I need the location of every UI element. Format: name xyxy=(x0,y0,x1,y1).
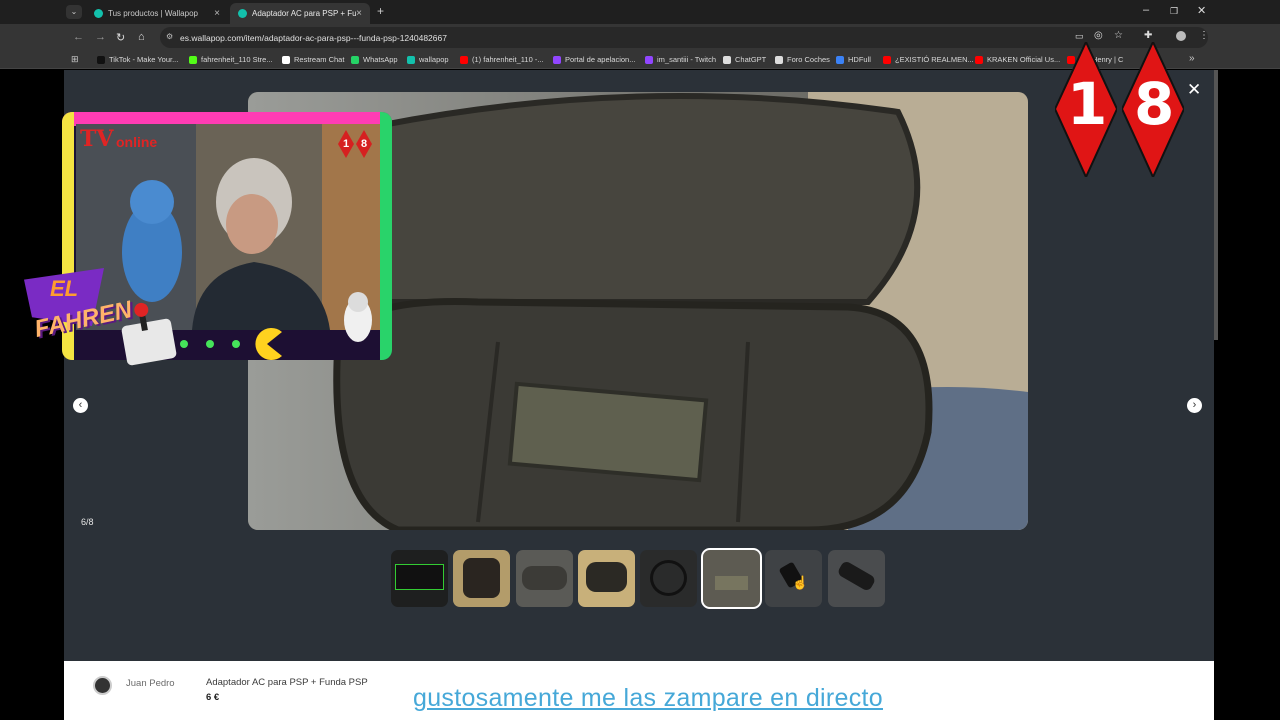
tiktok-icon xyxy=(97,55,105,64)
chatgpt-icon xyxy=(723,55,731,64)
product-price: 6 € xyxy=(206,692,220,703)
twitch-icon xyxy=(553,55,561,64)
live-subtitle: gustosamente me las zampare en directo xyxy=(413,684,883,712)
bookmark-label: fahrenheit_110 Stre... xyxy=(201,55,273,64)
youtube-icon xyxy=(460,55,468,64)
age-rating-diamond-1: 1 xyxy=(1053,39,1119,180)
thumbnail-4[interactable] xyxy=(578,550,635,607)
wallapop-icon xyxy=(238,9,247,18)
mouse-cursor-icon: ☝ xyxy=(792,575,809,590)
menu-dots-icon[interactable]: ⋮ xyxy=(1199,30,1209,41)
window-close-button[interactable]: ✕ xyxy=(1197,4,1206,17)
bookmark-item[interactable]: WhatsApp xyxy=(351,55,398,64)
bookmarks-overflow-icon[interactable]: » xyxy=(1189,53,1195,64)
url-text: es.wallapop.com/item/adaptador-ac-para-p… xyxy=(180,33,447,43)
bookmark-label: Foro Coches xyxy=(787,55,830,64)
thumbnail-3[interactable] xyxy=(516,550,573,607)
tab-tus-productos[interactable]: Tus productos | Wallapop × xyxy=(86,3,228,24)
online-text: online xyxy=(116,134,158,150)
joystick-icon xyxy=(120,301,178,367)
kick-icon xyxy=(189,55,197,64)
thumbnail-8[interactable] xyxy=(828,550,885,607)
site-info-icon[interactable]: ⚙ xyxy=(166,32,173,41)
address-bar[interactable]: ⚙ es.wallapop.com/item/adaptador-ac-para… xyxy=(160,27,1208,48)
tab-close-button[interactable]: × xyxy=(356,8,362,19)
bookmark-item[interactable]: Portal de apelacion... xyxy=(553,55,635,64)
age-digit-8: 8 xyxy=(1134,70,1175,138)
hdfull-icon xyxy=(836,55,844,64)
bookmark-label: im_santiii - Twitch xyxy=(657,55,717,64)
bookmark-label: TikTok - Make Your... xyxy=(109,55,179,64)
minimize-button[interactable]: – xyxy=(1143,4,1149,16)
seller-name[interactable]: Juan Pedro xyxy=(126,678,175,689)
bookmark-item[interactable]: (1) fahrenheit_110 -... xyxy=(460,55,544,64)
bookmark-item[interactable]: Restream Chat xyxy=(282,55,344,64)
thumbnail-2[interactable] xyxy=(453,550,510,607)
thumbnail-5[interactable] xyxy=(640,550,697,607)
product-title: Adaptador AC para PSP + Funda PSP xyxy=(206,677,368,688)
bookmark-item[interactable]: Foro Coches xyxy=(775,55,830,64)
bookmark-label: (1) fahrenheit_110 -... xyxy=(472,55,544,64)
bookmark-item[interactable]: TikTok - Make Your... xyxy=(97,55,178,64)
eye-off-icon[interactable]: ◎ xyxy=(1094,30,1103,41)
bookmark-item[interactable]: KRAKEN Official Us... xyxy=(975,55,1060,64)
bookmark-label: Portal de apelacion... xyxy=(565,55,636,64)
thumbnail-6-selected[interactable] xyxy=(701,548,762,609)
new-tab-button[interactable]: + xyxy=(377,4,384,18)
bookmark-label: KRAKEN Official Us... xyxy=(987,55,1061,64)
page-side-area xyxy=(1214,70,1280,720)
extensions-icon[interactable]: ✚ xyxy=(1144,30,1152,41)
home-icon[interactable]: ⌂ xyxy=(138,31,145,43)
restore-button[interactable]: ❐ xyxy=(1170,6,1178,17)
whatsapp-icon xyxy=(351,55,359,64)
tv-text: TV xyxy=(80,126,114,152)
age-digit-1: 1 xyxy=(1067,70,1108,138)
apps-grid-icon[interactable]: ⊞ xyxy=(71,54,79,65)
thumbnail-1[interactable] xyxy=(391,550,448,607)
age-rating-diamond-8: 8 xyxy=(1120,39,1186,180)
restream-icon xyxy=(282,55,290,64)
tab-search-button[interactable]: ⌄ xyxy=(66,5,82,19)
back-icon[interactable]: ← xyxy=(73,31,84,43)
youtube-icon xyxy=(975,55,983,64)
image-counter: 6/8 xyxy=(81,517,94,527)
bookmark-item[interactable]: HDFull xyxy=(836,55,871,64)
seller-avatar[interactable] xyxy=(93,676,112,695)
bookmark-label: ¿EXISTIÓ REALMEN... xyxy=(895,55,974,64)
twitch-icon xyxy=(645,55,653,64)
bookmark-label: ChatGPT xyxy=(735,55,767,64)
bookmark-item[interactable]: im_santiii - Twitch xyxy=(645,55,716,64)
youtube-icon xyxy=(883,55,891,64)
bookmark-item[interactable]: fahrenheit_110 Stre... xyxy=(189,55,273,64)
bookmark-label: Restream Chat xyxy=(294,55,345,64)
bookmark-label: wallapop xyxy=(419,55,449,64)
bookmark-item[interactable]: ChatGPT xyxy=(723,55,766,64)
wallapop-icon xyxy=(94,9,103,18)
tab-close-button[interactable]: × xyxy=(214,8,220,19)
scrollbar-thumb[interactable] xyxy=(1214,70,1218,340)
cast-icon[interactable]: ▭ xyxy=(1075,31,1084,42)
wallapop-icon xyxy=(407,55,415,64)
profile-avatar-icon[interactable] xyxy=(1176,31,1186,41)
tab-adaptador-ac[interactable]: Adaptador AC para PSP + Funda × xyxy=(230,3,370,24)
bookmark-label: HDFull xyxy=(848,55,871,64)
bookmark-star-icon[interactable]: ☆ xyxy=(1114,30,1123,41)
reload-icon[interactable]: ↻ xyxy=(116,31,125,44)
bookmark-label: WhatsApp xyxy=(363,55,398,64)
forocoches-icon xyxy=(775,55,783,64)
tab-title: Tus productos | Wallapop xyxy=(108,9,198,18)
next-image-button[interactable]: › xyxy=(1187,398,1202,413)
prev-image-button[interactable]: ‹ xyxy=(73,398,88,413)
close-viewer-button[interactable]: ✕ xyxy=(1187,80,1201,100)
bookmark-item[interactable]: ¿EXISTIÓ REALMEN... xyxy=(883,55,974,64)
logo-el-text: EL xyxy=(50,276,79,301)
bookmark-item[interactable]: wallapop xyxy=(407,55,449,64)
tab-title: Adaptador AC para PSP + Funda xyxy=(252,9,357,18)
forward-icon[interactable]: → xyxy=(95,31,106,43)
